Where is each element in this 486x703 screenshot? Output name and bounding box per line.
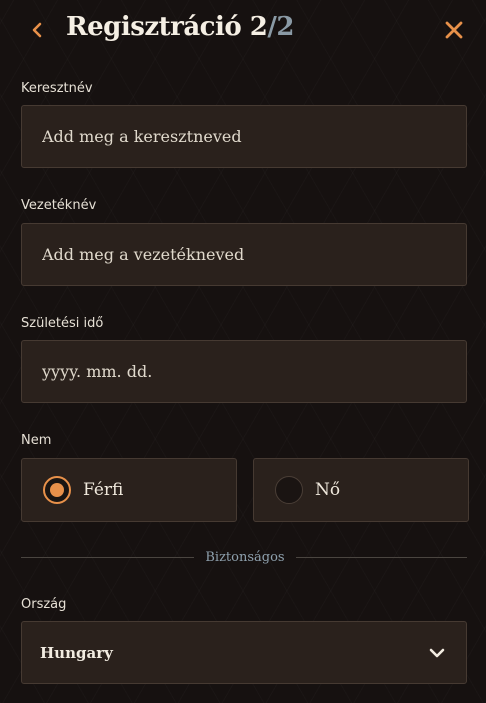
gender-option-label: Férfi — [83, 480, 124, 500]
last-name-label: Vezetéknév — [21, 198, 97, 213]
divider-line-left — [21, 557, 194, 558]
gender-option-male[interactable]: Férfi — [21, 458, 237, 522]
title-total: 2 — [276, 12, 294, 42]
country-select[interactable]: Hungary — [21, 621, 467, 684]
first-name-label: Keresztnév — [21, 81, 93, 96]
back-button[interactable] — [26, 18, 48, 42]
country-label: Ország — [21, 597, 67, 612]
header: Regisztráció 2/2 — [0, 0, 486, 60]
title-separator: / — [267, 12, 277, 42]
page-title: Regisztráció 2/2 — [66, 12, 294, 42]
chevron-left-icon — [32, 22, 42, 38]
close-icon — [445, 21, 463, 39]
close-button[interactable] — [443, 19, 465, 41]
last-name-input[interactable] — [22, 224, 466, 285]
first-name-field-box — [21, 105, 467, 168]
gender-option-female[interactable]: Nő — [253, 458, 469, 522]
radio-selected-icon — [43, 476, 71, 504]
gender-option-label: Nő — [315, 480, 341, 500]
divider-label: Biztonságos — [205, 550, 285, 565]
country-value: Hungary — [40, 644, 113, 662]
gender-label: Nem — [21, 433, 52, 448]
title-text: Regisztráció 2 — [66, 12, 268, 42]
birth-date-input[interactable] — [22, 341, 466, 402]
radio-unselected-icon — [275, 476, 303, 504]
birth-date-label: Születési idő — [21, 316, 104, 331]
chevron-down-icon — [429, 648, 445, 658]
last-name-field-box — [21, 223, 467, 286]
first-name-input[interactable] — [22, 106, 466, 167]
birth-date-field-box — [21, 340, 467, 403]
divider-line-right — [296, 557, 467, 558]
